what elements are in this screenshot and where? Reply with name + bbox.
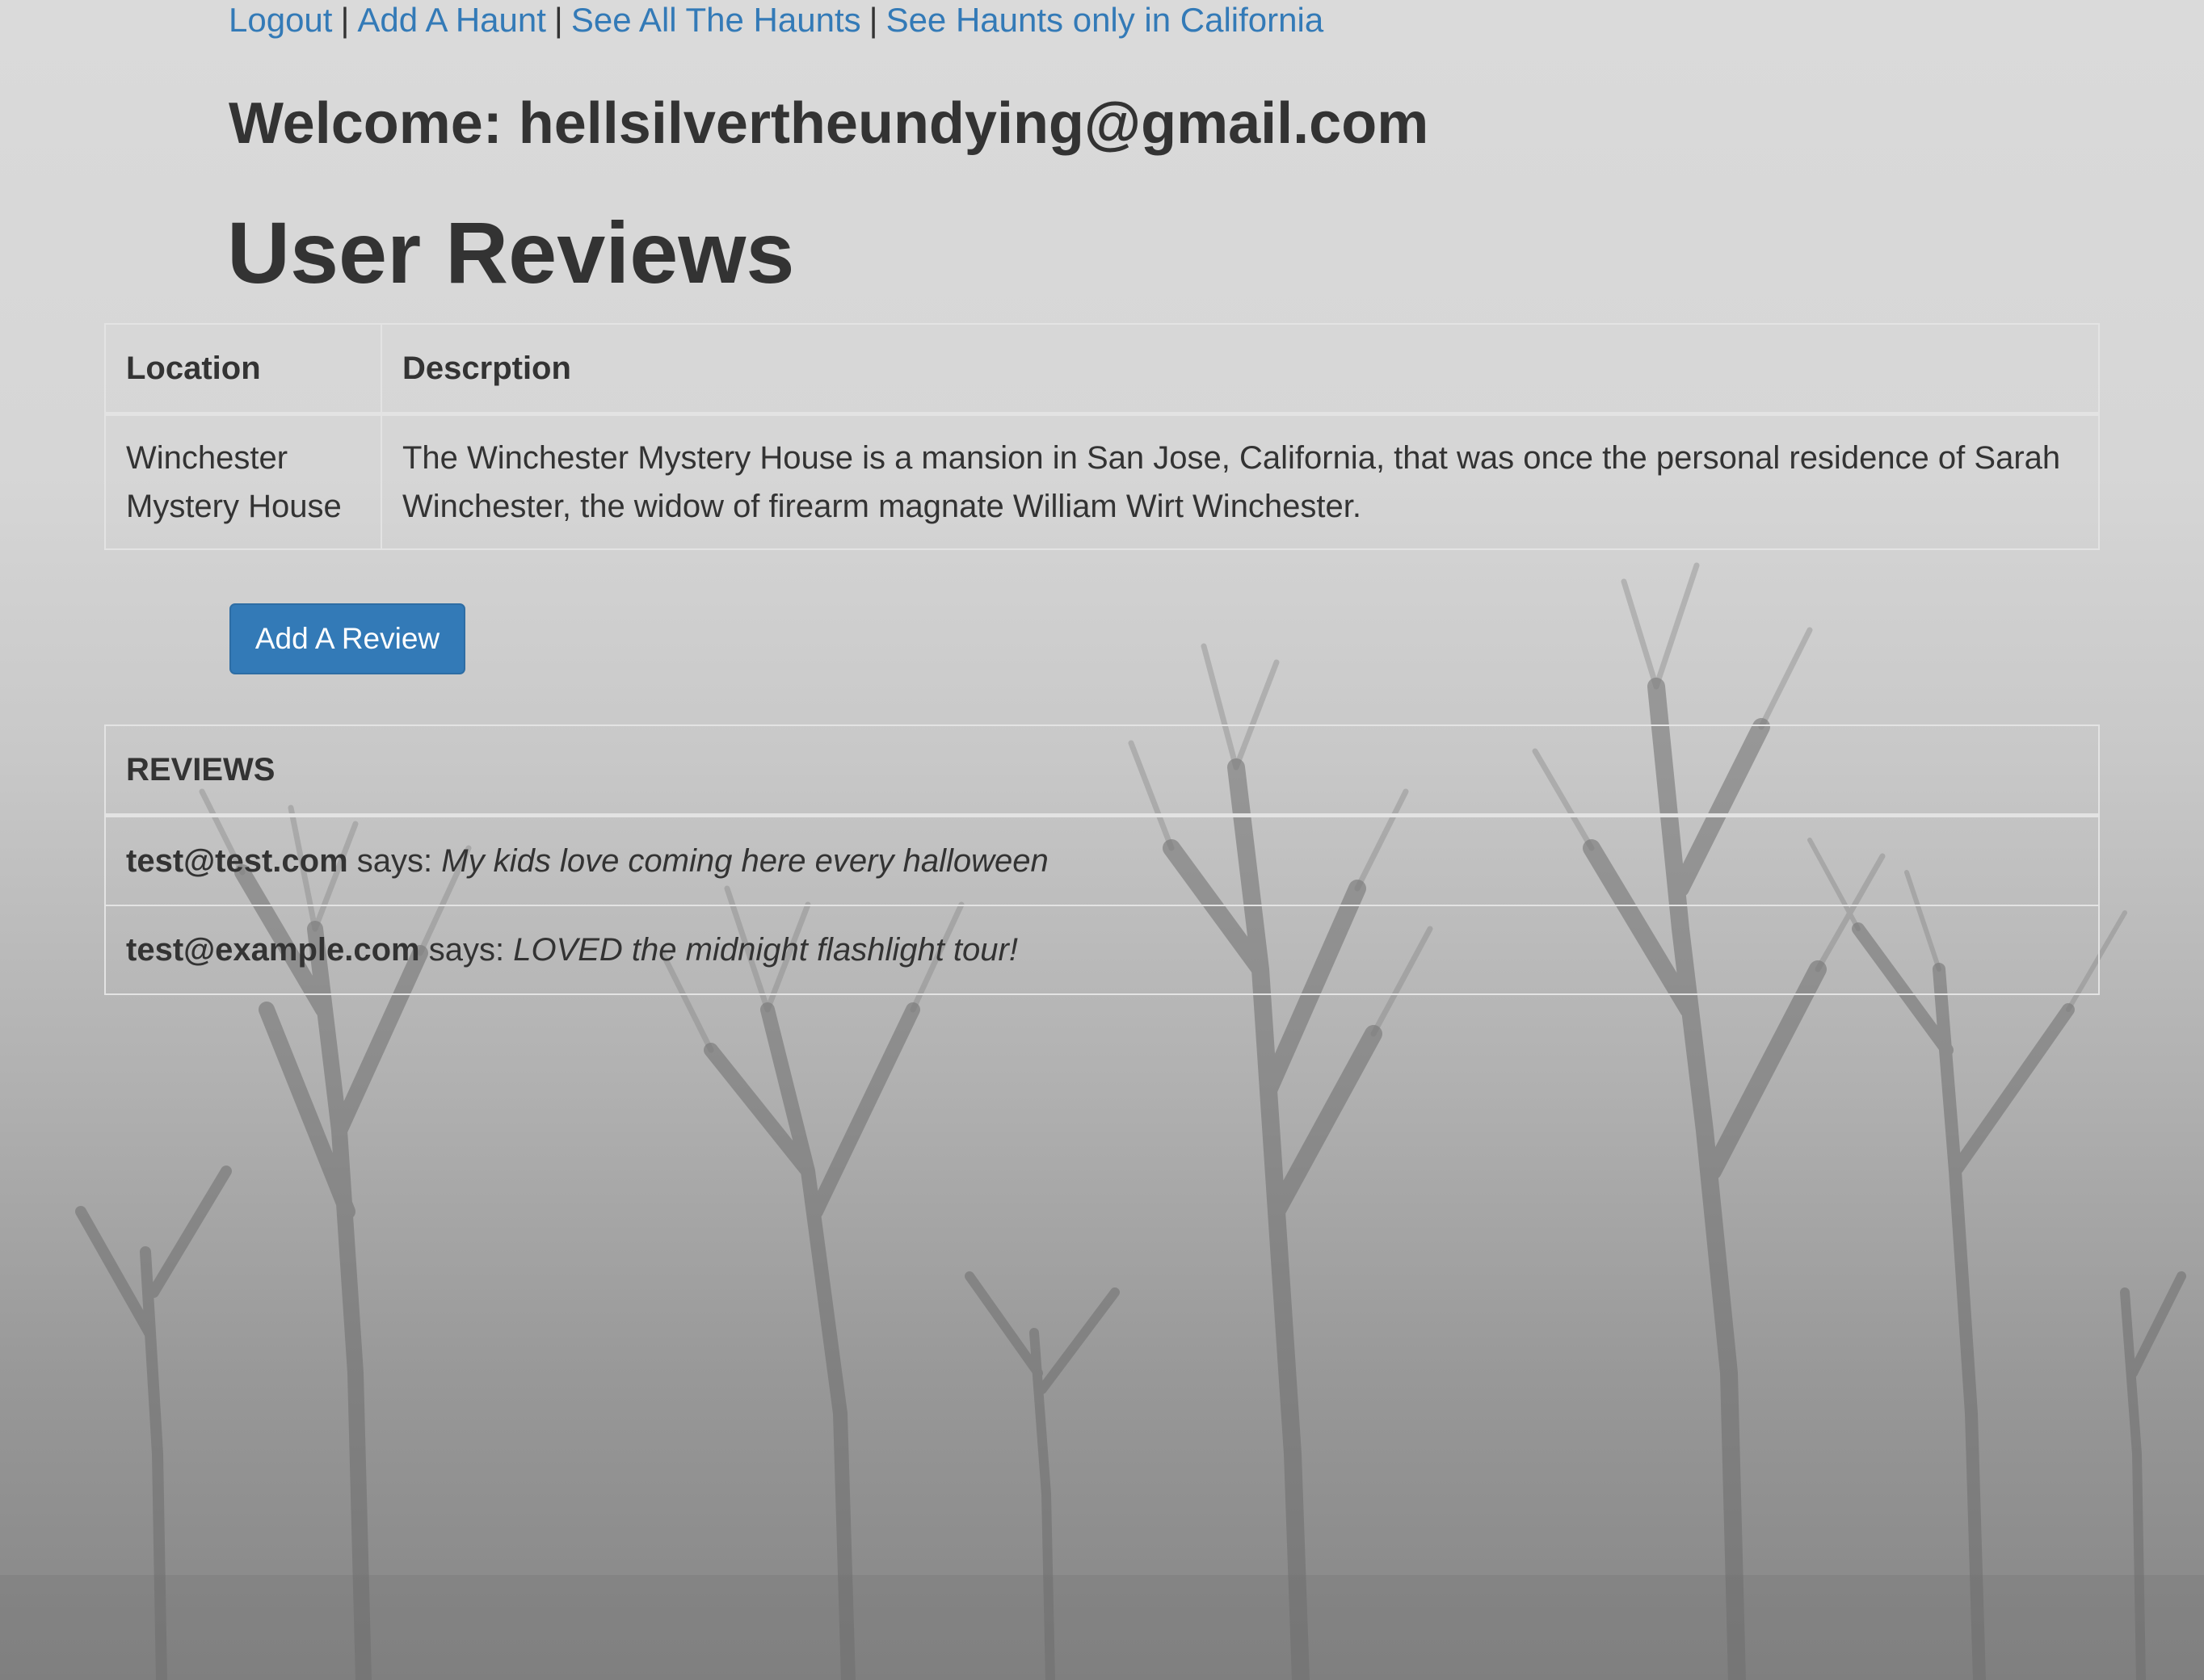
review-item: test@test.com says: My kids love coming … bbox=[104, 814, 2100, 906]
review-item: test@example.com says: LOVED the midnigh… bbox=[104, 905, 2100, 995]
reviews-table: REVIEWS test@test.com says: My kids love… bbox=[104, 724, 2100, 995]
add-review-button[interactable]: Add A Review bbox=[229, 603, 465, 674]
review-text: LOVED the midnight flashlight tour! bbox=[513, 931, 1018, 968]
review-text: My kids love coming here every halloween bbox=[441, 842, 1049, 879]
description-cell: The Winchester Mystery House is a mansio… bbox=[381, 413, 2100, 550]
page-title: User Reviews bbox=[227, 204, 795, 301]
top-nav: Logout | Add A Haunt | See All The Haunts | Se… bbox=[229, 0, 1323, 44]
nav-separator: | bbox=[869, 1, 878, 39]
review-row: test@test.com says: My kids love coming … bbox=[104, 814, 2100, 906]
nav-separator: | bbox=[553, 1, 563, 39]
welcome-heading: Welcome: hellsilvertheundying@gmail.com bbox=[229, 91, 1429, 156]
location-cell: Winchester Mystery House bbox=[104, 413, 382, 550]
description-column-header: Descrption bbox=[381, 323, 2100, 415]
reviewer-email: test@test.com bbox=[126, 842, 348, 879]
reviewer-email: test@example.com bbox=[126, 931, 420, 968]
logout-link[interactable]: Logout bbox=[229, 1, 332, 39]
says-label: says: bbox=[356, 842, 433, 879]
location-column-header: Location bbox=[104, 323, 382, 415]
add-haunt-link[interactable]: Add A Haunt bbox=[357, 1, 546, 39]
see-california-haunts-link[interactable]: See Haunts only in California bbox=[886, 1, 1324, 39]
says-label: says: bbox=[428, 931, 505, 968]
haunt-table: Location Descrption Winchester Mystery H… bbox=[104, 323, 2100, 550]
table-row: Winchester Mystery House The Winchester … bbox=[104, 413, 2100, 550]
reviews-header: REVIEWS bbox=[104, 724, 2100, 817]
see-all-haunts-link[interactable]: See All The Haunts bbox=[571, 1, 861, 39]
nav-separator: | bbox=[340, 1, 350, 39]
table-header-row: Location Descrption bbox=[104, 323, 2100, 415]
review-row: test@example.com says: LOVED the midnigh… bbox=[104, 905, 2100, 995]
reviews-header-row: REVIEWS bbox=[104, 724, 2100, 817]
